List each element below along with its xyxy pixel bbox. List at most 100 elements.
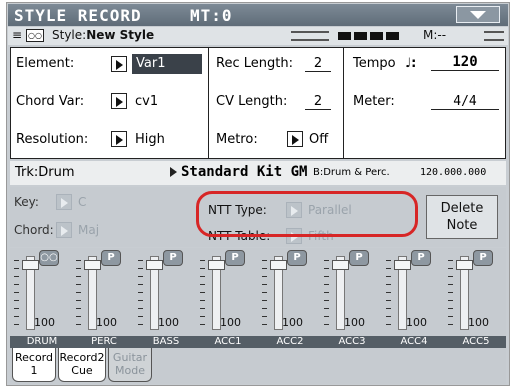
- tab-guitar-mode[interactable]: Guitar Mode: [108, 348, 152, 382]
- cv-length-label: CV Length:: [216, 94, 288, 109]
- program-number: 120.000.000: [420, 167, 487, 178]
- page-menu-dropdown-icon[interactable]: [456, 6, 500, 23]
- play-mode-button[interactable]: P: [287, 250, 307, 266]
- fader-scale: [386, 260, 391, 328]
- chord-var-value[interactable]: cv1: [135, 94, 158, 109]
- play-triangle-icon: [170, 167, 177, 177]
- tab-line2: Cue: [71, 364, 93, 377]
- fader-knob[interactable]: [456, 260, 473, 270]
- style-record-screen: STYLE RECORD MT:0 ≡ ○○ Style:New Style M…: [6, 2, 510, 386]
- fader-knob[interactable]: [22, 260, 39, 270]
- cv-length-value[interactable]: 2: [305, 94, 331, 110]
- resolution-label: Resolution:: [16, 132, 89, 147]
- channel-volume: 100: [468, 316, 489, 329]
- chord-label: Chord:: [14, 223, 54, 237]
- channel-volume: 100: [96, 316, 117, 329]
- fader-scale: [138, 260, 143, 328]
- ntt-panel: Key: C Chord: Maj NTT Type: Parallel NTT…: [10, 187, 506, 247]
- channel-label-acc1: ACC1: [214, 336, 242, 347]
- resolution-value[interactable]: High: [135, 132, 165, 147]
- channel-strip-acc5: P 100: [446, 248, 506, 336]
- play-mode-button[interactable]: P: [163, 250, 183, 266]
- mt-indicator: MT:0: [190, 6, 233, 25]
- style-name: New Style: [86, 28, 155, 42]
- style-info-bar: ≡ ○○ Style:New Style M:--: [8, 27, 508, 45]
- tab-line2: Mode: [115, 364, 145, 377]
- tempo-value[interactable]: 120: [431, 54, 499, 71]
- metro-value[interactable]: Off: [309, 132, 328, 147]
- play-mode-button[interactable]: P: [411, 250, 431, 266]
- channel-strip-bass: P 100: [136, 248, 196, 336]
- metro-arrow-icon[interactable]: [287, 131, 303, 147]
- channel-strip-acc4: P 100: [384, 248, 444, 336]
- tab-record2-cue[interactable]: Record2 Cue: [58, 348, 106, 382]
- fader-knob[interactable]: [270, 260, 287, 270]
- channel-strip-acc2: P 100: [260, 248, 320, 336]
- key-value[interactable]: C: [78, 195, 86, 209]
- key-arrow-icon[interactable]: [56, 194, 72, 210]
- channel-label-acc5: ACC5: [462, 336, 490, 347]
- measure-display: M:--: [423, 28, 447, 42]
- element-arrow-icon[interactable]: [111, 56, 127, 72]
- mixer-section: ○○ 100 P 100 P 100 P 100 P 100 P 100 P 1…: [10, 248, 506, 336]
- cassette-icon[interactable]: ○○: [39, 250, 59, 266]
- quarter-note-icon: ♩:: [405, 56, 417, 71]
- tab-record-1[interactable]: Record 1: [12, 348, 56, 382]
- style-name-label: Style:New Style: [52, 28, 155, 42]
- delete-note-button[interactable]: Delete Note: [426, 195, 498, 239]
- title-bar: STYLE RECORD MT:0: [8, 4, 508, 26]
- menu-lines-icon: ≡: [12, 28, 23, 42]
- chord-value[interactable]: Maj: [78, 223, 99, 237]
- channel-label-bass: BASS: [152, 336, 180, 347]
- metro-label: Metro:: [216, 132, 258, 147]
- fader-scale: [448, 260, 453, 328]
- channel-strip-perc: P 100: [74, 248, 134, 336]
- chord-var-label: Chord Var:: [16, 94, 85, 109]
- lines-indicator-icon: [291, 31, 329, 41]
- resolution-arrow-icon[interactable]: [111, 131, 127, 147]
- channel-strip-drum: ○○ 100: [12, 248, 72, 336]
- channel-labels: DRUM PERC BASS ACC1 ACC2 ACC3 ACC4 ACC5: [10, 336, 506, 348]
- fader-knob[interactable]: [208, 260, 225, 270]
- element-value[interactable]: Var1: [132, 54, 202, 74]
- fader-scale: [14, 260, 19, 328]
- cassette-icon: ○○: [26, 29, 44, 42]
- meter-value[interactable]: 4/4: [431, 94, 499, 110]
- fader-scale: [200, 260, 205, 328]
- key-label: Key:: [14, 195, 39, 209]
- beat-indicator-icon: [386, 32, 399, 40]
- lines-indicator-icon: [484, 31, 504, 41]
- channel-label-acc4: ACC4: [400, 336, 428, 347]
- track-info-bar: Trk:Drum Standard Kit GM B:Drum & Perc. …: [10, 161, 506, 185]
- channel-strip-acc1: P 100: [198, 248, 258, 336]
- fader-scale: [76, 260, 81, 328]
- delete-button-line2: Note: [446, 218, 478, 233]
- fader-knob[interactable]: [332, 260, 349, 270]
- record-parameters: Element: Var1 Chord Var: cv1 Resolution:…: [10, 47, 506, 159]
- ntt-type-highlight: [196, 191, 418, 237]
- beat-indicator-icon: [370, 32, 383, 40]
- beat-indicator-icon: [338, 32, 351, 40]
- channel-strip-acc3: P 100: [322, 248, 382, 336]
- rec-length-value[interactable]: 2: [305, 56, 331, 72]
- rec-length-label: Rec Length:: [216, 56, 293, 71]
- fader-knob[interactable]: [84, 260, 101, 270]
- tab-line1: Record: [14, 351, 53, 364]
- fader-scale: [324, 260, 329, 328]
- chord-var-arrow-icon[interactable]: [111, 93, 127, 109]
- channel-volume: 100: [406, 316, 427, 329]
- play-mode-button[interactable]: P: [101, 250, 121, 266]
- channel-volume: 100: [282, 316, 303, 329]
- fader-scale: [262, 260, 267, 328]
- sound-name[interactable]: Standard Kit GM: [181, 164, 307, 180]
- play-mode-button[interactable]: P: [225, 250, 245, 266]
- divider: [343, 48, 344, 158]
- channel-volume: 100: [344, 316, 365, 329]
- chord-arrow-icon[interactable]: [56, 222, 72, 238]
- fader-knob[interactable]: [146, 260, 163, 270]
- page-title: STYLE RECORD: [14, 6, 142, 25]
- divider: [208, 48, 209, 158]
- play-mode-button[interactable]: P: [349, 250, 369, 266]
- play-mode-button[interactable]: P: [473, 250, 493, 266]
- fader-knob[interactable]: [394, 260, 411, 270]
